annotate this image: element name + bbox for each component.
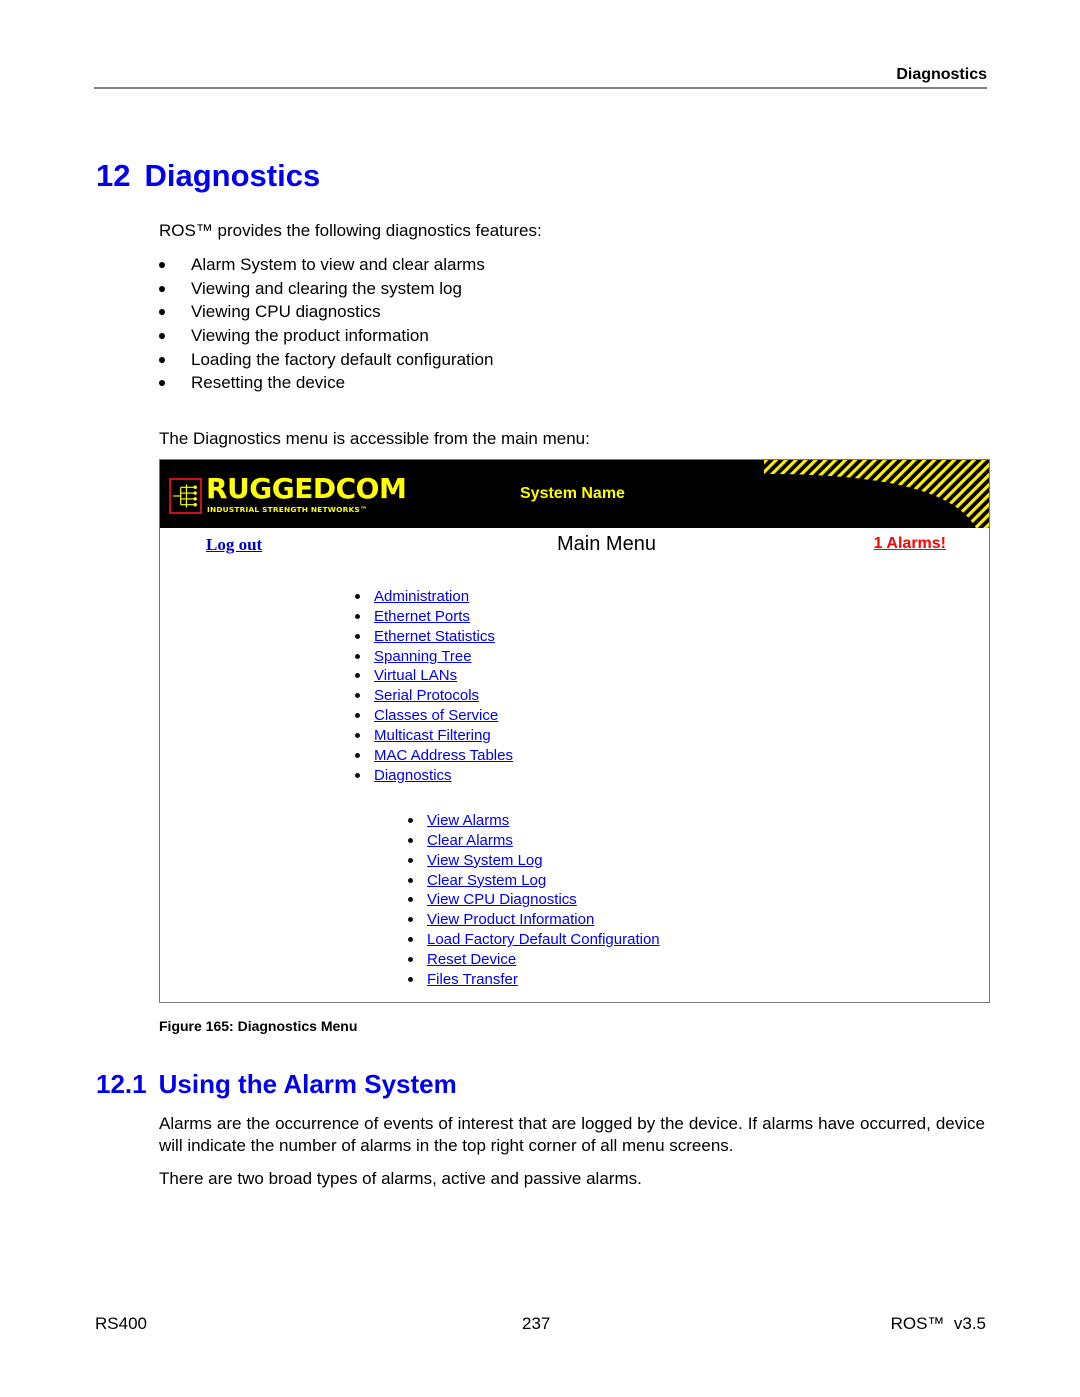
footer-page-number: 237 [522,1314,551,1333]
screenshot-header-bar: RUGGEDCOM INDUSTRIAL STRENGTH NETWORKS™ … [160,460,989,528]
header-rule [94,87,987,89]
system-name: System Name [520,485,625,502]
menu-link-diagnostics[interactable]: Diagnostics [374,766,452,785]
diagnostics-menu-screenshot: RUGGEDCOM INDUSTRIAL STRENGTH NETWORKS™ … [159,459,990,1003]
bullet-icon [408,917,413,923]
menu-intro-text: The Diagnostics menu is accessible from … [159,429,590,448]
bullet-icon [355,772,360,778]
bullet-icon [408,976,413,982]
bullet-icon [355,752,360,758]
menu-link-spanning-tree[interactable]: Spanning Tree [374,647,472,666]
brand-name: RUGGEDCOM [206,472,407,505]
paragraph: There are two broad types of alarms, act… [159,1169,642,1188]
bullet-icon [408,837,413,843]
bullet-icon [159,285,165,292]
feature-item: Viewing the product information [159,326,493,350]
submenu-link-view-alarms[interactable]: View Alarms [427,811,509,830]
bullet-icon [408,857,413,863]
main-menu-title: Main Menu [557,533,656,555]
section-title: Using the Alarm System [158,1069,457,1099]
figure-caption: Figure 165: Diagnostics Menu [159,1018,358,1034]
bullet-icon [408,937,413,943]
menu-link-multicast-filtering[interactable]: Multicast Filtering [374,726,491,745]
feature-item: Loading the factory default configuratio… [159,350,493,374]
footer-product: RS400 [95,1314,147,1333]
submenu-link-load-factory-default[interactable]: Load Factory Default Configuration [427,930,660,949]
menu-link-serial-protocols[interactable]: Serial Protocols [374,686,479,705]
submenu-link-view-cpu-diagnostics[interactable]: View CPU Diagnostics [427,890,577,909]
bullet-icon [159,262,165,268]
bullet-icon [408,818,413,823]
brand-tagline: INDUSTRIAL STRENGTH NETWORKS™ [207,505,368,514]
menu-link-virtual-lans[interactable]: Virtual LANs [374,666,457,685]
network-tree-icon [172,484,197,508]
section-heading: 12.1 Using the Alarm System [96,1069,457,1100]
menu-link-ethernet-ports[interactable]: Ethernet Ports [374,607,470,626]
footer-version: ROS™ v3.5 [890,1314,986,1333]
paragraph: Alarms are the occurrence of events of i… [159,1114,985,1155]
menu-link-classes-of-service[interactable]: Classes of Service [374,706,498,725]
ruggedcom-logo-icon [169,478,202,514]
bullet-icon [159,380,165,387]
bullet-icon [159,356,165,363]
submenu-link-view-system-log[interactable]: View System Log [427,851,543,870]
feature-list: Alarm System to view and clear alarms Vi… [159,255,493,397]
submenu-link-clear-system-log[interactable]: Clear System Log [427,871,546,890]
menu-link-ethernet-statistics[interactable]: Ethernet Statistics [374,627,495,646]
chapter-heading: 12 Diagnostics [96,158,320,194]
bullet-icon [355,693,360,699]
chapter-number: 12 [96,158,131,193]
bullet-icon [355,633,360,639]
bullet-icon [408,897,413,903]
bullet-icon [355,732,360,738]
bullet-icon [355,653,360,659]
feature-item: Viewing CPU diagnostics [159,302,493,326]
chapter-title: Diagnostics [144,158,321,193]
bullet-icon [355,613,360,619]
submenu-link-reset-device[interactable]: Reset Device [427,950,516,969]
hazard-stripes-decoration [764,460,989,528]
intro-text: ROS™ provides the following diagnostics … [159,221,542,240]
logout-link[interactable]: Log out [206,535,262,555]
menu-link-administration[interactable]: Administration [374,587,469,606]
submenu-link-clear-alarms[interactable]: Clear Alarms [427,831,513,850]
alarms-link[interactable]: 1 Alarms! [874,535,946,553]
bullet-icon [355,594,360,599]
bullet-icon [159,309,165,316]
bullet-icon [355,673,360,679]
running-header: Diagnostics [896,66,987,83]
bullet-icon [159,333,165,340]
submenu-link-files-transfer[interactable]: Files Transfer [427,970,518,989]
feature-item: Resetting the device [159,373,493,397]
bullet-icon [408,877,413,883]
submenu-link-view-product-information[interactable]: View Product Information [427,910,594,929]
feature-item: Alarm System to view and clear alarms [159,255,493,279]
feature-item: Viewing and clearing the system log [159,279,493,303]
bullet-icon [355,713,360,719]
section-number: 12.1 [96,1069,147,1099]
bullet-icon [408,956,413,962]
menu-link-mac-address-tables[interactable]: MAC Address Tables [374,746,513,765]
